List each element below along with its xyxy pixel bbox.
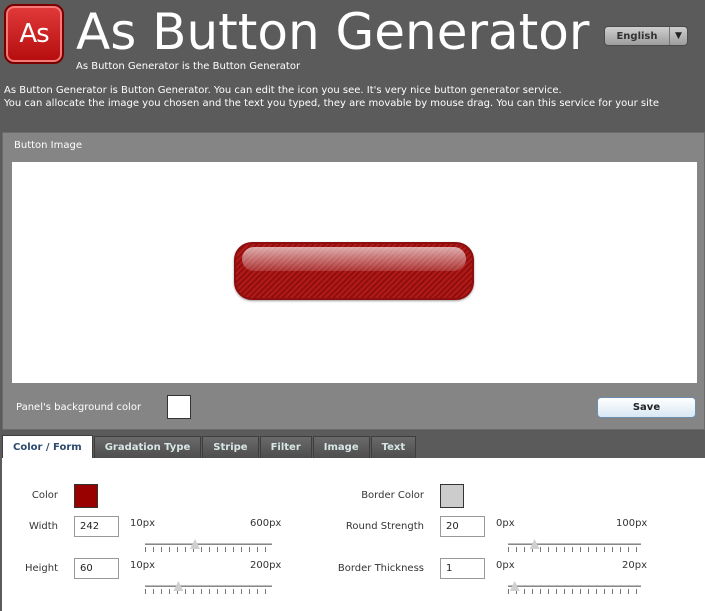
slider-ticks [145, 589, 272, 594]
round-strength-label: Round Strength [345, 521, 424, 532]
generated-button-preview[interactable] [234, 242, 474, 300]
tab-color-form[interactable]: Color / Form [2, 435, 93, 459]
slider-track [145, 585, 272, 587]
height-max-label: 200px [250, 560, 282, 571]
border-thickness-min-label: 0px [496, 560, 515, 571]
color-label: Color [31, 490, 58, 501]
language-select[interactable]: English ▼ [604, 26, 688, 46]
slider-ticks [508, 547, 641, 552]
tab-text[interactable]: Text [370, 436, 417, 458]
slider-ticks [145, 547, 272, 552]
slider-track [145, 543, 272, 545]
app-logo: As [4, 4, 64, 64]
border-color-swatch[interactable] [440, 484, 464, 508]
width-min-label: 10px [130, 518, 155, 529]
save-button[interactable]: Save [597, 397, 696, 418]
slider-ticks [508, 589, 641, 594]
panel-bg-color-label: Panel's background color [16, 402, 142, 413]
button-image-panel: Button Image Panel's background color Sa… [2, 132, 705, 430]
tab-bar: Color / Form Gradation Type Stripe Filte… [2, 435, 417, 459]
preview-canvas[interactable] [12, 162, 697, 383]
height-label: Height [24, 563, 58, 574]
border-thickness-slider[interactable] [508, 581, 641, 600]
logo-text: As [19, 19, 49, 49]
slider-track [508, 543, 641, 545]
color-form-panel: Color Width 242 10px 600px Height 60 10p… [2, 458, 705, 611]
height-min-label: 10px [130, 560, 155, 571]
chevron-down-icon[interactable]: ▼ [669, 27, 687, 45]
width-input[interactable]: 242 [74, 516, 119, 537]
round-min-label: 0px [496, 518, 515, 529]
round-max-label: 100px [616, 518, 648, 529]
border-color-label: Border Color [361, 490, 424, 501]
header: As As Button Generator As Button Generat… [0, 0, 705, 80]
panel-title: Button Image [14, 140, 82, 151]
description: As Button Generator is Button Generator.… [4, 84, 702, 110]
height-slider[interactable] [145, 581, 272, 600]
tab-stripe[interactable]: Stripe [202, 436, 259, 458]
border-thickness-input[interactable]: 1 [440, 558, 485, 579]
tab-image[interactable]: Image [312, 436, 370, 458]
app-title: As Button Generator [76, 3, 590, 61]
description-line-2: You can allocate the image you chosen an… [4, 98, 659, 109]
height-input[interactable]: 60 [74, 558, 119, 579]
width-slider[interactable] [145, 539, 272, 558]
border-thickness-label: Border Thickness [337, 563, 424, 574]
description-line-1: As Button Generator is Button Generator.… [4, 85, 562, 96]
round-strength-input[interactable]: 20 [440, 516, 485, 537]
slider-track [508, 585, 641, 587]
language-label: English [616, 30, 658, 42]
width-max-label: 600px [250, 518, 282, 529]
color-swatch[interactable] [74, 484, 98, 508]
width-label: Width [28, 521, 58, 532]
tab-gradation-type[interactable]: Gradation Type [93, 436, 202, 458]
round-strength-slider[interactable] [508, 539, 641, 558]
button-gloss [242, 247, 466, 271]
tab-filter[interactable]: Filter [259, 436, 312, 458]
panel-bg-color-swatch[interactable] [167, 395, 191, 419]
border-thickness-max-label: 20px [622, 560, 647, 571]
app-subtitle: As Button Generator is the Button Genera… [76, 61, 301, 72]
